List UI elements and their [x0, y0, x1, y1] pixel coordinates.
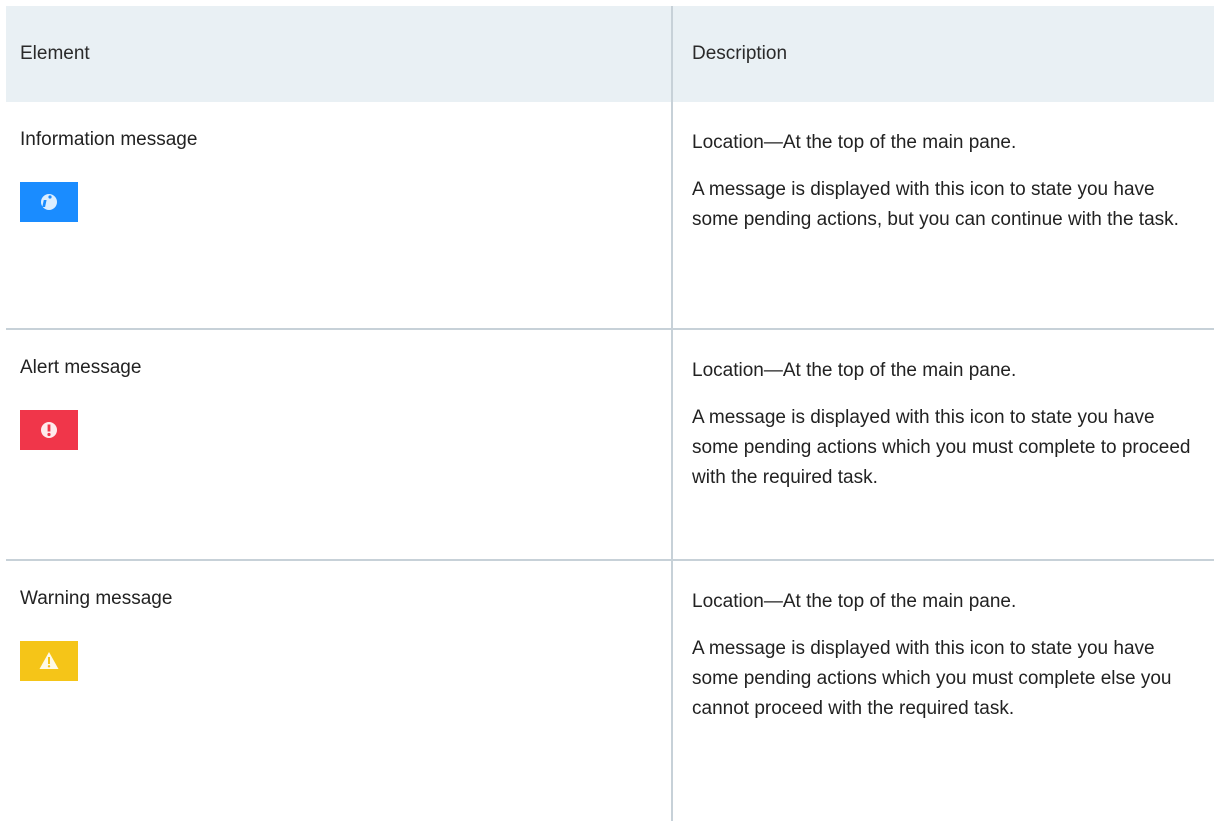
warning-icon [20, 641, 78, 681]
alert-icon [20, 410, 78, 450]
info-icon [20, 182, 78, 222]
location-text: Location—At the top of the main pane. [692, 591, 1017, 612]
element-cell: Information message [20, 128, 197, 222]
element-label: Alert message [20, 357, 142, 378]
location-text: Location—At the top of the main pane. [692, 132, 1017, 153]
table-header-row: Element Description [6, 6, 1214, 102]
description-cell: Location—At the top of the main pane. A … [692, 587, 1202, 724]
column-divider [671, 6, 673, 821]
element-cell: Warning message [20, 587, 172, 681]
elements-table: Element Description Information message … [6, 6, 1214, 823]
description-text: A message is displayed with this icon to… [692, 179, 1179, 230]
header-description: Description [692, 43, 788, 64]
description-cell: Location—At the top of the main pane. A … [692, 356, 1202, 493]
description-text: A message is displayed with this icon to… [692, 638, 1172, 719]
element-cell: Alert message [20, 356, 141, 450]
header-element: Element [20, 43, 90, 64]
element-label: Warning message [20, 588, 173, 609]
description-text: A message is displayed with this icon to… [692, 407, 1191, 488]
table-row: Warning message Location—At the top of t… [6, 561, 1214, 823]
location-text: Location—At the top of the main pane. [692, 360, 1017, 381]
table-row: Alert message Location—At the top of the… [6, 330, 1214, 561]
table-row: Information message Location—At the top … [6, 102, 1214, 330]
description-cell: Location—At the top of the main pane. A … [692, 128, 1202, 235]
element-label: Information message [20, 129, 198, 150]
